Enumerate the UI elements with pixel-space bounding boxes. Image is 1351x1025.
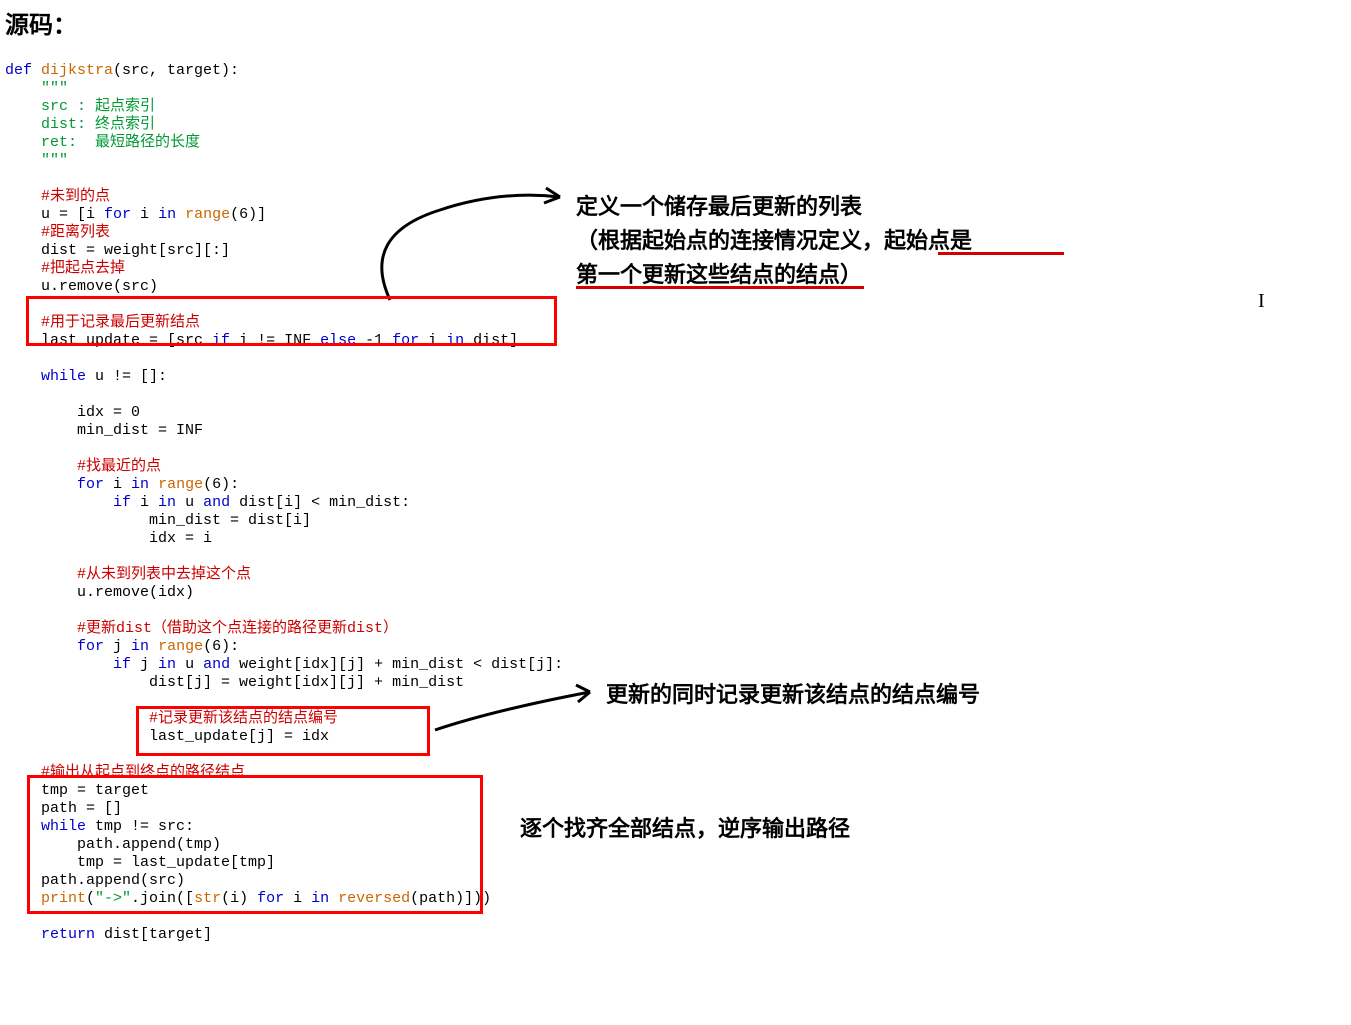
code-text: (6): xyxy=(203,476,239,493)
comment: #用于记录最后更新结点 xyxy=(5,314,200,331)
function-name: dijkstra xyxy=(32,62,113,79)
code-text: .join([ xyxy=(131,890,194,907)
code-text: dist[j] = weight[idx][j] + min_dist xyxy=(5,674,464,691)
builtin: print xyxy=(5,890,86,907)
code-text: u xyxy=(176,494,203,511)
annotation-1-line3: 第一个更新这些结点的结点） xyxy=(576,258,1096,292)
builtin: range xyxy=(176,206,230,223)
keyword: in xyxy=(131,638,149,655)
code-text: last_update = [src xyxy=(5,332,212,349)
code-text: weight[idx][j] + min_dist < dist[j]: xyxy=(230,656,563,673)
docstring: """ xyxy=(5,80,68,97)
keyword: in xyxy=(311,890,329,907)
code-text: (src, target): xyxy=(113,62,239,79)
docstring: """ xyxy=(5,152,68,169)
keyword: if xyxy=(212,332,230,349)
keyword: if xyxy=(5,656,131,673)
code-text: i xyxy=(131,494,158,511)
code-text: dist = weight[src][:] xyxy=(5,242,230,259)
annotation-2: 更新的同时记录更新该结点的结点编号 xyxy=(606,678,1126,712)
code-text: (path)])) xyxy=(410,890,491,907)
heading: 源码： xyxy=(5,5,1351,40)
code-text: tmp = target xyxy=(5,782,149,799)
code-text: (6)] xyxy=(230,206,266,223)
keyword-def: def xyxy=(5,62,32,79)
comment: #更新dist（借助这个点连接的路径更新dist） xyxy=(5,620,398,637)
keyword: if xyxy=(5,494,131,511)
code-text: i xyxy=(131,206,158,223)
annotation-1: 定义一个储存最后更新的列表 （根据起始点的连接情况定义，起始点是 第一个更新这些… xyxy=(576,190,1096,292)
code-text: tmp = last_update[tmp] xyxy=(5,854,275,871)
code-text: min_dist = dist[i] xyxy=(5,512,311,529)
builtin: reversed xyxy=(329,890,410,907)
keyword: while xyxy=(5,818,86,835)
keyword: while xyxy=(5,368,86,385)
keyword: in xyxy=(131,476,149,493)
comment: #把起点去掉 xyxy=(5,260,125,277)
keyword: and xyxy=(203,656,230,673)
code-text: path.append(src) xyxy=(5,872,185,889)
code-text: path.append(tmp) xyxy=(5,836,221,853)
code-text: last_update[j] = idx xyxy=(5,728,329,745)
keyword: in xyxy=(446,332,464,349)
annotation-1-line2: （根据起始点的连接情况定义，起始点是 xyxy=(576,224,1096,258)
code-text: path = [] xyxy=(5,800,122,817)
keyword: return xyxy=(5,926,95,943)
code-text: idx = 0 xyxy=(5,404,140,421)
code-text: i xyxy=(419,332,446,349)
code-text: j xyxy=(131,656,158,673)
comment: #从未到列表中去掉这个点 xyxy=(5,566,251,583)
code-text: u = [i xyxy=(5,206,104,223)
code-text: dist[i] < min_dist: xyxy=(230,494,410,511)
code-text: (6): xyxy=(203,638,239,655)
comment: #距离列表 xyxy=(5,224,110,241)
annotation-1-line1: 定义一个储存最后更新的列表 xyxy=(576,190,1096,224)
code-text: u.remove(idx) xyxy=(5,584,194,601)
docstring-line: src : 起点索引 xyxy=(5,98,155,115)
keyword: for xyxy=(5,476,104,493)
docstring-line: dist: 终点索引 xyxy=(5,116,155,133)
keyword: for xyxy=(5,638,104,655)
string: "->" xyxy=(95,890,131,907)
code-text: tmp != src: xyxy=(86,818,194,835)
docstring-line: ret: 最短路径的长度 xyxy=(5,134,200,151)
keyword: else xyxy=(320,332,356,349)
comment: #未到的点 xyxy=(5,188,110,205)
code-text: -1 xyxy=(356,332,392,349)
code-text: (i) xyxy=(221,890,257,907)
comment: #输出从起点到终点的路径结点 xyxy=(5,764,245,781)
code-text: min_dist = INF xyxy=(5,422,203,439)
code-text: u != []: xyxy=(86,368,167,385)
code-text: ( xyxy=(86,890,95,907)
code-text: u xyxy=(176,656,203,673)
annotation-3: 逐个找齐全部结点，逆序输出路径 xyxy=(520,812,1040,846)
code-text: dist[target] xyxy=(95,926,212,943)
keyword: for xyxy=(392,332,419,349)
keyword: in xyxy=(158,656,176,673)
comment: #找最近的点 xyxy=(5,458,161,475)
code-text: j xyxy=(104,638,131,655)
text-cursor-icon: I xyxy=(1258,290,1265,313)
code-text: u.remove(src) xyxy=(5,278,158,295)
comment: #记录更新该结点的结点编号 xyxy=(5,710,338,727)
keyword: and xyxy=(203,494,230,511)
code-text: i xyxy=(284,890,311,907)
keyword: for xyxy=(257,890,284,907)
code-text: dist] xyxy=(464,332,518,349)
builtin: str xyxy=(194,890,221,907)
page-container: 源码： def dijkstra(src, target): """ src :… xyxy=(0,0,1351,962)
code-text: i != INF xyxy=(230,332,320,349)
keyword: for xyxy=(104,206,131,223)
builtin: range xyxy=(149,476,203,493)
code-text: i xyxy=(104,476,131,493)
keyword: in xyxy=(158,206,176,223)
keyword: in xyxy=(158,494,176,511)
code-text: idx = i xyxy=(5,530,212,547)
builtin: range xyxy=(149,638,203,655)
